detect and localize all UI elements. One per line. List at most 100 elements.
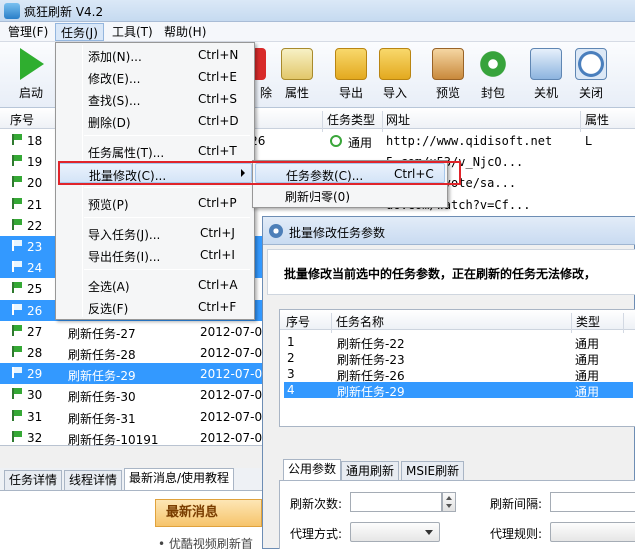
refresh-interval-input[interactable] <box>550 492 635 512</box>
selected-task-list[interactable]: 序号 任务名称 类型 1 刷新任务-22 通用 2 刷新任务-23 通用 3 刷新任务-26 通… <box>279 309 635 427</box>
menu-item-delete[interactable]: 删除(D) Ctrl+D <box>58 111 252 131</box>
col-url[interactable]: 网址 <box>386 111 410 128</box>
refresh-interval-label: 刷新间隔: <box>490 497 543 511</box>
title-bar: 疯狂刷新 V4.2 <box>0 0 635 22</box>
col-type[interactable]: 任务类型 <box>327 111 375 128</box>
cell-no: 18 <box>27 134 43 148</box>
packet-button[interactable]: 封包 <box>472 48 514 104</box>
app-icon <box>4 3 20 19</box>
cell-time: 2012-07-03 <box>200 324 270 339</box>
tab-thread-details[interactable]: 线程详情 <box>64 470 123 490</box>
shutdown-label: 关机 <box>533 86 558 100</box>
dialog-tab-strip: 公用参数 通用刷新 MSIE刷新 <box>279 459 635 481</box>
flag-icon <box>12 240 23 251</box>
menu-task[interactable]: 任务(J) <box>55 23 104 41</box>
shutdown-icon <box>530 48 562 80</box>
menu-item-find[interactable]: 查找(S)... Ctrl+S <box>58 89 252 109</box>
tab-news-tutorial[interactable]: 最新消息/使用教程 <box>124 468 235 490</box>
cell-url: http://www.qidisoft.net <box>386 134 553 148</box>
flag-icon <box>12 346 23 357</box>
menu-item-label: 删除(D) <box>88 116 131 130</box>
list-cell-no: 1 <box>287 335 295 349</box>
menu-item-label: 修改(E)... <box>88 72 141 86</box>
start-label: 启动 <box>18 86 43 100</box>
flag-icon <box>12 218 23 230</box>
close-timer-icon <box>575 48 607 80</box>
menu-item-invert-selection[interactable]: 反选(F) Ctrl+F <box>58 297 252 317</box>
submenu-item-reset-counter[interactable]: 刷新归零(0) <box>255 185 445 205</box>
list-item[interactable]: 1 刷新任务-22 通用 <box>284 334 633 351</box>
cell-no: 31 <box>27 409 43 424</box>
properties-icon <box>281 48 313 80</box>
tab-common-params[interactable]: 公用参数 <box>283 459 342 481</box>
packet-icon <box>477 48 509 80</box>
list-item[interactable]: 4 刷新任务-29 通用 <box>284 382 633 399</box>
menu-item-edit[interactable]: 修改(E)... Ctrl+E <box>58 67 252 87</box>
cell-no: 19 <box>27 155 43 170</box>
refresh-count-stepper[interactable] <box>442 492 456 512</box>
start-button[interactable]: 启动 <box>10 48 52 104</box>
col-divider <box>580 111 581 132</box>
export-label: 导出 <box>338 86 363 100</box>
refresh-count-input[interactable] <box>350 492 442 512</box>
tab-msie-refresh[interactable]: MSIE刷新 <box>401 461 465 481</box>
dialog-title-bar[interactable]: 批量修改任务参数 <box>263 217 635 245</box>
menu-manage[interactable]: 管理(F) <box>3 23 53 41</box>
list-col-type[interactable]: 类型 <box>576 313 600 330</box>
col-no[interactable]: 序号 <box>10 111 34 128</box>
cell-time: 2012-07-06 <box>200 388 270 403</box>
tab-task-details[interactable]: 任务详情 <box>4 470 63 490</box>
preview-button[interactable]: 预览 <box>427 48 469 104</box>
tab-general-refresh[interactable]: 通用刷新 <box>341 461 400 481</box>
proxy-rule-label: 代理规则: <box>490 527 543 541</box>
export-button[interactable]: 导出 <box>330 48 372 104</box>
cell-name: 刷新任务-27 <box>68 326 136 341</box>
flag-icon <box>12 430 23 442</box>
menu-help[interactable]: 帮助(H) <box>159 23 211 41</box>
cell-no: 22 <box>27 218 43 233</box>
list-col-name[interactable]: 任务名称 <box>336 313 384 330</box>
cell-no: 26 <box>27 303 43 318</box>
proxy-rule-select[interactable] <box>550 522 635 542</box>
menu-item-task-properties[interactable]: 任务属性(T)... Ctrl+T <box>58 141 252 161</box>
menu-item-label: 反选(F) <box>88 302 129 316</box>
import-button[interactable]: 导入 <box>374 48 416 104</box>
list-item[interactable]: 2 刷新任务-23 通用 <box>284 350 633 367</box>
menu-item-shortcut: Ctrl+I <box>200 248 235 262</box>
cell-no: 30 <box>27 388 43 403</box>
shutdown-button[interactable]: 关机 <box>525 48 567 104</box>
dialog-instruction: 批量修改当前选中的任务参数，正在刷新的任务无法修改， <box>284 267 597 281</box>
news-panel: 最新消息 • 优酷视频刷新首 <box>0 490 262 549</box>
properties-button[interactable]: 属性 <box>276 48 318 104</box>
menu-item-import-tasks[interactable]: 导入任务(J)... Ctrl+J <box>58 223 252 243</box>
menu-separator <box>84 269 250 270</box>
list-col-no[interactable]: 序号 <box>286 313 310 330</box>
cell-type: 通用 <box>348 136 373 150</box>
cell-no: 27 <box>27 324 43 339</box>
col-attr[interactable]: 属性 <box>585 111 609 128</box>
flag-icon <box>12 197 23 209</box>
menu-item-shortcut: Ctrl+T <box>198 144 237 158</box>
menu-item-label: 导入任务(J)... <box>88 228 161 242</box>
menu-tools[interactable]: 工具(T) <box>107 23 158 41</box>
proxy-mode-select[interactable] <box>350 522 440 542</box>
cell-name: 刷新任务-28 <box>68 348 136 362</box>
list-item[interactable]: 3 刷新任务-26 通用 <box>284 366 633 383</box>
cell-no: 24 <box>27 261 43 276</box>
menu-separator <box>84 217 250 218</box>
menu-item-label: 导出任务(I)... <box>88 250 161 264</box>
settings-icon <box>269 224 283 238</box>
news-item[interactable]: • 优酷视频刷新首 <box>158 535 253 549</box>
refresh-icon <box>330 135 342 147</box>
cell-name: 刷新任务-31 <box>68 411 136 426</box>
menu-item-select-all[interactable]: 全选(A) Ctrl+A <box>58 275 252 295</box>
cell-name: 刷新任务-29 <box>68 369 136 384</box>
menu-separator <box>84 187 250 188</box>
list-header: 序号 任务名称 类型 <box>280 310 635 333</box>
close-timer-button[interactable]: 关闭 <box>570 48 612 104</box>
menu-item-export-tasks[interactable]: 导出任务(I)... Ctrl+I <box>58 245 252 265</box>
col-divider <box>322 111 323 132</box>
menu-item-add[interactable]: 添加(N)... Ctrl+N <box>58 45 252 65</box>
menu-item-preview[interactable]: 预览(P) Ctrl+P <box>58 193 252 213</box>
bottom-tab-strip: 任务详情 线程详情 最新消息/使用教程 <box>0 468 262 490</box>
